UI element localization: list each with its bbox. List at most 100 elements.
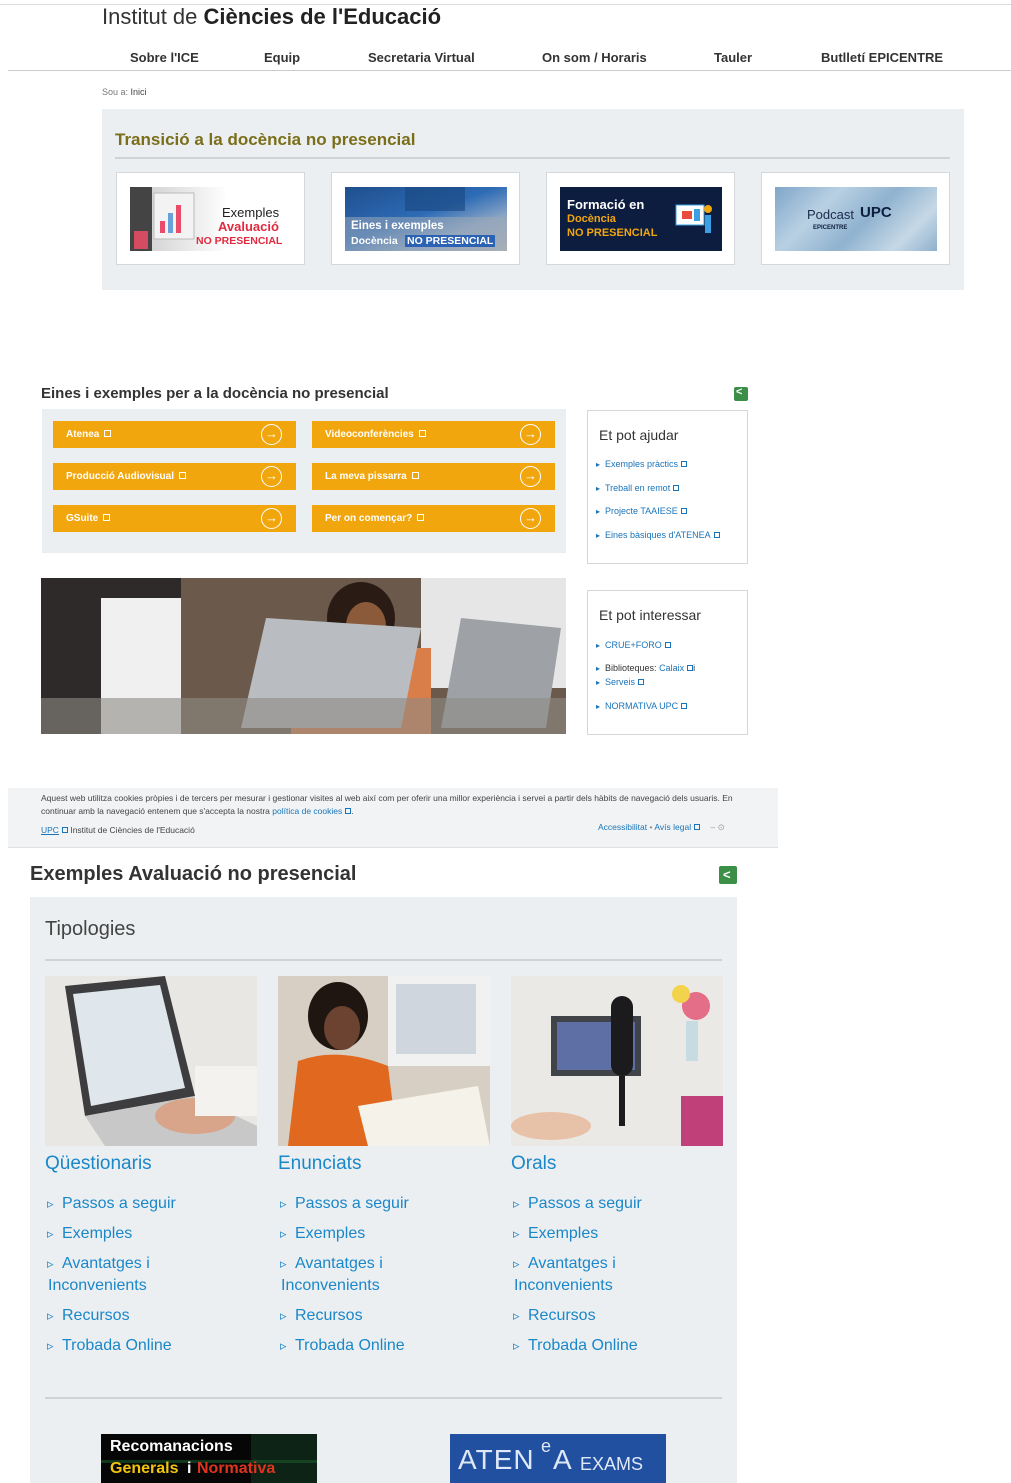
questionaris-heading[interactable]: Qüestionaris xyxy=(45,1153,152,1175)
banner-title: Transició a la docència no presencial xyxy=(115,130,416,149)
q-recursos[interactable]: Recursos xyxy=(47,1305,129,1327)
e-recursos[interactable]: Recursos xyxy=(280,1305,362,1327)
nav-tauler[interactable]: Tauler xyxy=(714,50,752,65)
nav-on-som-horaris[interactable]: On som / Horaris xyxy=(542,50,647,65)
e-avantatges-inconvenients[interactable]: Avantatges i Inconvenients xyxy=(280,1253,465,1297)
external-link-icon xyxy=(664,642,671,648)
o-trobada-online[interactable]: Trobada Online xyxy=(513,1335,638,1357)
tile-exemples-avaluacio[interactable]: Exemples Avaluació NO PRESENCIAL xyxy=(116,172,305,265)
q-passos-a-seguir[interactable]: Passos a seguir xyxy=(47,1193,176,1215)
link-calaix[interactable]: Calaix xyxy=(659,663,694,673)
site-title-bold: Ciències de l'Educació xyxy=(203,4,442,29)
e-exemples[interactable]: Exemples xyxy=(280,1223,365,1245)
link-exemples-practics-label: Exemples pràctics xyxy=(605,459,679,469)
external-link-icon xyxy=(673,485,680,491)
link-exemples-practics[interactable]: Exemples pràctics xyxy=(596,459,688,469)
share-icon[interactable]: < xyxy=(719,866,737,884)
scroll-top-icon[interactable]: – ⊙ xyxy=(710,822,724,832)
link-eines-basiques-atenea[interactable]: Eines bàsiques d'ATENEA xyxy=(596,530,720,540)
arrow-right-icon: → xyxy=(520,466,541,487)
btn-videoconferencies[interactable]: Videoconferències → xyxy=(312,421,555,448)
o-avantatges-label: Avantatges i xyxy=(528,1255,616,1272)
enunciats-heading[interactable]: Enunciats xyxy=(278,1153,361,1175)
btn-videoconferencies-label: Videoconferències xyxy=(325,429,414,440)
rec-line1: Recomanacions xyxy=(110,1438,233,1455)
link-treball-remot[interactable]: Treball en remot xyxy=(596,483,680,493)
external-link-icon xyxy=(104,430,112,437)
enunciats-photo[interactable] xyxy=(278,976,490,1146)
et-pot-ajudar-title: Et pot ajudar xyxy=(599,427,679,443)
tile3-line2: Docència xyxy=(567,213,616,225)
tile-podcast-upc[interactable]: Podcast UPC EPICENTRE xyxy=(761,172,950,265)
orals-photo[interactable] xyxy=(511,976,723,1146)
q-exemples[interactable]: Exemples xyxy=(47,1223,132,1245)
btn-gsuite[interactable]: GSuite → xyxy=(53,505,296,532)
students-laptops-photo xyxy=(41,578,566,734)
external-link-icon xyxy=(418,430,426,437)
atenea-exams-banner[interactable]: ATEN e A EXAMS xyxy=(450,1434,666,1483)
link-calaix-label: Calaix xyxy=(659,663,685,673)
cookie-text: Aquest web utilitza cookies pròpies i de… xyxy=(41,793,733,816)
btn-atenea[interactable]: Atenea → xyxy=(53,421,296,448)
footer-left: UPC Institut de Ciències de l'Educació xyxy=(41,825,195,835)
nav-equip[interactable]: Equip xyxy=(264,50,300,65)
writing-student-illustration xyxy=(278,976,490,1146)
site-title-prefix: Institut de xyxy=(102,4,204,29)
breadcrumb-current[interactable]: Inici xyxy=(131,87,147,97)
btn-la-meva-pissarra[interactable]: La meva pissarra → xyxy=(312,463,555,490)
nav-secretaria-virtual[interactable]: Secretaria Virtual xyxy=(368,50,475,65)
external-link-icon xyxy=(638,679,645,685)
cookie-footer: Aquest web utilitza cookies pròpies i de… xyxy=(8,788,778,848)
btn-per-on-comencar[interactable]: Per on començar? → xyxy=(312,505,555,532)
link-avis-legal[interactable]: Avís legal xyxy=(654,822,691,832)
nav-butlleti-epicentre[interactable]: Butlletí EPICENTRE xyxy=(821,50,943,65)
et-pot-ajudar-box: Et pot ajudar Exemples pràctics Treball … xyxy=(587,410,748,564)
nav-sobre-ice[interactable]: Sobre l'ICE xyxy=(130,50,199,65)
q-avantatges-inconvenients[interactable]: Avantatges i Inconvenients xyxy=(47,1253,232,1297)
e-trobada-online[interactable]: Trobada Online xyxy=(280,1335,405,1357)
arrow-right-icon: → xyxy=(520,424,541,445)
link-upc[interactable]: UPC xyxy=(41,825,59,835)
tile2-line3: NO PRESENCIAL xyxy=(405,235,496,247)
link-politica-cookies-label: política de cookies xyxy=(272,806,343,816)
link-normativa-upc[interactable]: NORMATIVA UPC xyxy=(596,701,688,711)
tile1-line3: NO PRESENCIAL xyxy=(196,235,283,247)
biblioteques-label: Biblioteques: xyxy=(605,663,657,673)
external-link-icon xyxy=(681,461,688,467)
link-serveis[interactable]: Serveis xyxy=(596,677,645,687)
link-projecte-taaiese[interactable]: Projecte TAAIESE xyxy=(596,506,687,516)
btn-produccio-audiovisual[interactable]: Producció Audiovisual → xyxy=(53,463,296,490)
laptop-typing-illustration xyxy=(45,976,257,1146)
o-passos-a-seguir[interactable]: Passos a seguir xyxy=(513,1193,642,1215)
o-avantatges-inconvenients[interactable]: Avantatges i Inconvenients xyxy=(513,1253,698,1297)
share-icon[interactable]: < xyxy=(734,386,748,401)
o-recursos[interactable]: Recursos xyxy=(513,1305,595,1327)
orals-heading[interactable]: Orals xyxy=(511,1153,556,1175)
arrow-right-icon: → xyxy=(520,508,541,529)
banner-divider xyxy=(115,157,950,159)
recomanacions-banner[interactable]: Recomanacions Generals i Normativa xyxy=(101,1434,317,1483)
link-treball-remot-label: Treball en remot xyxy=(605,483,671,493)
o-exemples[interactable]: Exemples xyxy=(513,1223,598,1245)
btn-atenea-label: Atenea xyxy=(66,429,100,440)
external-link-icon xyxy=(345,808,352,814)
rec-line2-normativa: Normativa xyxy=(197,1460,276,1477)
btn-gsuite-label: GSuite xyxy=(66,513,99,524)
link-crue-foro[interactable]: CRUE+FORO xyxy=(596,640,671,650)
main-nav: Sobre l'ICE Equip Secretaria Virtual On … xyxy=(8,44,1011,71)
external-link-icon xyxy=(713,532,720,538)
atenea-part2: e xyxy=(541,1436,552,1456)
tile-eines-exemples[interactable]: Eines i exemples Docència NO PRESENCIAL xyxy=(331,172,520,265)
link-politica-cookies[interactable]: política de cookies xyxy=(272,806,352,816)
link-crue-foro-label: CRUE+FORO xyxy=(605,640,662,650)
conjunction-i: i xyxy=(693,663,696,673)
arrow-right-icon: → xyxy=(261,508,282,529)
questionaris-photo[interactable] xyxy=(45,976,257,1146)
breadcrumb-label: Sou a: xyxy=(102,87,129,97)
q-trobada-online[interactable]: Trobada Online xyxy=(47,1335,172,1357)
tile3-line1: Formació en xyxy=(567,197,645,212)
tile-formacio[interactable]: Formació en Docència NO PRESENCIAL xyxy=(546,172,735,265)
e-passos-a-seguir[interactable]: Passos a seguir xyxy=(280,1193,409,1215)
site-title[interactable]: Institut de Ciències de l'Educació xyxy=(102,4,441,30)
link-accessibilitat[interactable]: Accessibilitat xyxy=(598,822,647,832)
